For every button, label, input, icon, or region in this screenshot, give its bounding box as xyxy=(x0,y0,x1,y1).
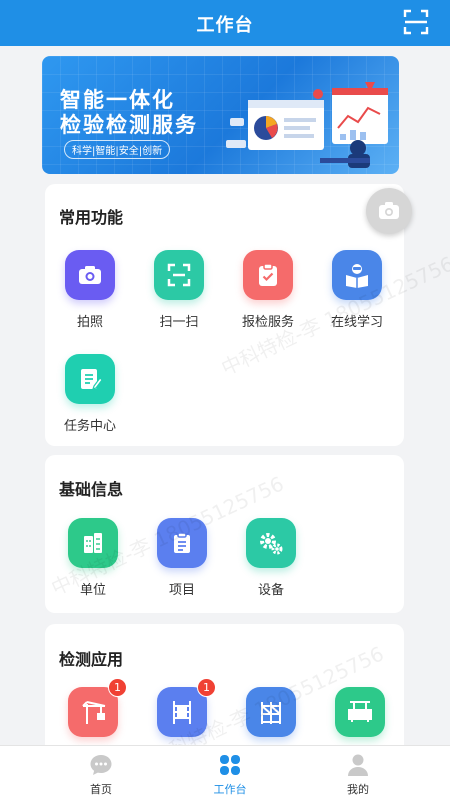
note-pen-icon xyxy=(65,354,115,404)
gondola-icon xyxy=(335,687,385,737)
user-icon xyxy=(345,752,371,778)
basic-info-title: 基础信息 xyxy=(59,480,124,499)
clipboard-icon xyxy=(157,518,207,568)
camera-icon xyxy=(379,202,399,219)
app-item-scaffold[interactable] xyxy=(231,687,311,737)
clipboard-check-icon xyxy=(243,250,293,300)
function-item-task-center[interactable]: 任务中心 xyxy=(50,354,130,434)
app-item-tower-crane[interactable]: 1 xyxy=(53,678,133,737)
tab-label: 工作台 xyxy=(213,783,247,796)
tab-label: 我的 xyxy=(347,783,369,796)
banner-illustration xyxy=(226,82,388,168)
bottom-tab-bar: 首页 工作台 我的 xyxy=(0,745,450,800)
camera-icon xyxy=(65,250,115,300)
chat-bubble-icon xyxy=(88,752,114,778)
basic-label: 设备 xyxy=(257,583,284,598)
function-item-online-learning[interactable]: 在线学习 xyxy=(317,250,397,330)
reading-icon xyxy=(332,250,382,300)
basic-item-equipment[interactable]: 设备 xyxy=(231,518,311,598)
common-functions-title: 常用功能 xyxy=(59,208,124,227)
workbench-grid-icon xyxy=(217,752,243,778)
scan-icon xyxy=(154,250,204,300)
function-item-scan[interactable]: 扫一扫 xyxy=(139,250,219,330)
promo-banner[interactable]: 智能一体化 检验检测服务 科学|智能|安全|创新 xyxy=(42,56,399,174)
gears-icon xyxy=(246,518,296,568)
function-label: 在线学习 xyxy=(330,315,383,330)
inspection-apps-card: 检测应用 1 1 xyxy=(45,624,404,764)
tab-home[interactable]: 首页 xyxy=(66,752,136,797)
tab-workbench[interactable]: 工作台 xyxy=(195,752,265,797)
scaffold-icon xyxy=(246,687,296,737)
function-label: 报检服务 xyxy=(241,315,294,330)
function-item-inspection-service[interactable]: 报检服务 xyxy=(228,250,308,330)
common-functions-card: 常用功能 拍照 扫一扫 报检服务 在线学习 任务中心 xyxy=(45,184,404,446)
scan-icon[interactable] xyxy=(402,8,430,36)
function-item-photo[interactable]: 拍照 xyxy=(50,250,130,330)
tab-label: 首页 xyxy=(90,783,112,796)
construction-hoist-icon: 1 xyxy=(157,678,216,737)
inspection-apps-title: 检测应用 xyxy=(59,650,124,669)
floating-camera-button[interactable] xyxy=(366,188,412,234)
building-icon xyxy=(68,518,118,568)
banner-title-line2: 检验检测服务 xyxy=(60,113,198,137)
basic-label: 单位 xyxy=(79,583,106,598)
notification-badge: 1 xyxy=(197,678,216,697)
basic-item-unit[interactable]: 单位 xyxy=(53,518,133,598)
function-label: 扫一扫 xyxy=(159,315,199,330)
basic-info-card: 基础信息 单位 项目 设备 xyxy=(45,455,404,613)
basic-label: 项目 xyxy=(168,583,195,598)
function-label: 任务中心 xyxy=(63,419,116,434)
basic-item-project[interactable]: 项目 xyxy=(142,518,222,598)
app-item-construction-hoist[interactable]: 1 xyxy=(142,678,222,737)
banner-tags: 科学|智能|安全|创新 xyxy=(64,140,171,159)
app-header: 工作台 xyxy=(0,0,450,46)
tab-profile[interactable]: 我的 xyxy=(323,752,393,797)
notification-badge: 1 xyxy=(108,678,127,697)
tower-crane-icon: 1 xyxy=(68,678,127,737)
app-item-gondola[interactable] xyxy=(320,687,400,737)
page-title: 工作台 xyxy=(196,15,254,36)
function-label: 拍照 xyxy=(76,315,103,330)
